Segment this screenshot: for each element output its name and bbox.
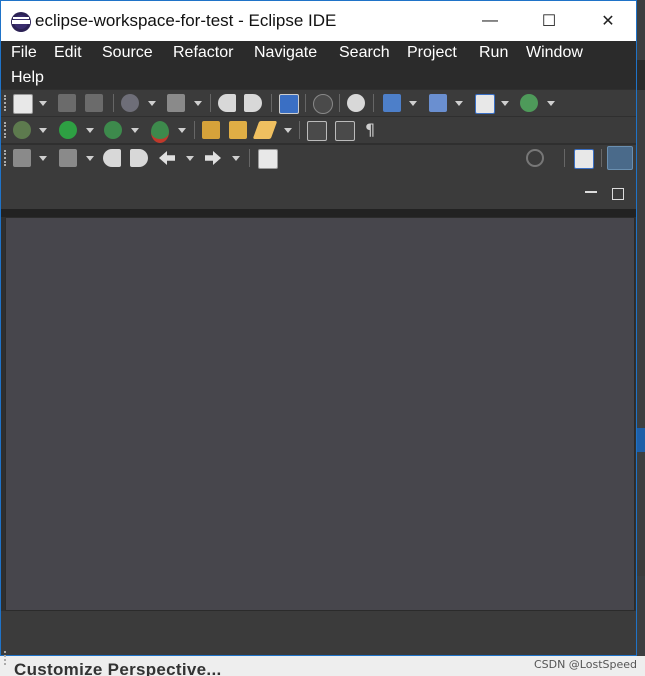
pilcrow-icon[interactable]: ¶ [365, 120, 375, 139]
prev-annotation-dropdown-icon[interactable] [86, 156, 94, 161]
new-icon[interactable] [13, 94, 33, 114]
save-icon[interactable] [58, 94, 76, 112]
gear-plugin-dropdown-icon[interactable] [547, 101, 555, 106]
new-c-project-icon[interactable] [383, 94, 401, 112]
background-menu-text: Customize Perspective... [14, 660, 222, 676]
background-window-bottom: Customize Perspective... CSDN @LostSpeed [0, 656, 645, 676]
bug-debug-icon[interactable] [13, 121, 31, 139]
editor-tab-strip [1, 209, 636, 217]
c-perspective-icon[interactable] [607, 146, 633, 170]
coverage-icon[interactable] [104, 121, 122, 139]
minimize-button[interactable]: — [461, 1, 519, 41]
open-perspective-icon[interactable] [574, 149, 594, 169]
highlight-dropdown-icon[interactable] [284, 128, 292, 133]
hammer-build-icon[interactable] [167, 94, 185, 112]
main-toolbar-row-3 [1, 145, 636, 171]
run-dropdown-icon[interactable] [86, 128, 94, 133]
forward-edit-icon[interactable] [130, 149, 148, 167]
debug-dropdown-icon[interactable] [39, 128, 47, 133]
menu-search[interactable]: Search [339, 44, 390, 62]
eclipse-logo-icon [11, 12, 31, 32]
next-annotation-dropdown-icon[interactable] [39, 156, 47, 161]
new-class-icon[interactable] [429, 94, 447, 112]
menu-navigate[interactable]: Navigate [254, 44, 317, 62]
forward-icon[interactable] [205, 151, 221, 165]
pin-editor-icon[interactable] [258, 149, 278, 169]
watermark: CSDN @LostSpeed [533, 658, 637, 671]
new-dropdown-icon[interactable] [39, 101, 47, 106]
menu-help[interactable]: Help [11, 69, 44, 87]
highlight-icon[interactable] [252, 121, 278, 139]
minimize-view-icon[interactable] [585, 191, 597, 193]
back-icon[interactable] [159, 151, 175, 165]
status-grip[interactable] [4, 651, 8, 665]
console-icon[interactable] [279, 94, 299, 114]
menu-project[interactable]: Project [407, 44, 457, 62]
search-icon[interactable] [526, 149, 544, 167]
menu-source[interactable]: Source [102, 44, 153, 62]
debug-inspect-icon[interactable] [313, 94, 333, 114]
main-toolbar-row-1 [1, 90, 636, 116]
open-folder-icon[interactable] [202, 121, 220, 139]
menu-refactor[interactable]: Refactor [173, 44, 233, 62]
profile-icon[interactable] [151, 121, 169, 143]
block-selection-icon[interactable] [335, 121, 355, 141]
new-c-file-dropdown-icon[interactable] [501, 101, 509, 106]
open-type-icon[interactable] [229, 121, 247, 139]
prev-annotation-icon[interactable] [59, 149, 77, 167]
status-bar [1, 611, 636, 665]
coverage-dropdown-icon[interactable] [131, 128, 139, 133]
editor-area[interactable] [5, 217, 635, 611]
new-c-project-dropdown-icon[interactable] [409, 101, 417, 106]
maximize-button[interactable]: ☐ [520, 1, 578, 41]
back-dropdown-icon[interactable] [186, 156, 194, 161]
toolbar-grip[interactable] [4, 95, 8, 111]
refresh-icon[interactable] [347, 94, 365, 112]
new-class-dropdown-icon[interactable] [455, 101, 463, 106]
build-dropdown-icon[interactable] [148, 101, 156, 106]
redo-icon[interactable] [244, 94, 262, 112]
window-title: eclipse-workspace-for-test - Eclipse IDE [35, 11, 337, 30]
save-all-icon[interactable] [85, 94, 103, 112]
maximize-view-icon[interactable] [612, 188, 624, 200]
back-edit-icon[interactable] [103, 149, 121, 167]
background-window-edge [637, 0, 645, 676]
eclipse-window: eclipse-workspace-for-test - Eclipse IDE… [0, 0, 637, 665]
menu-edit[interactable]: Edit [54, 44, 82, 62]
next-annotation-icon[interactable] [13, 149, 31, 167]
new-c-file-icon[interactable] [475, 94, 495, 114]
run-icon[interactable] [59, 121, 77, 139]
menu-file[interactable]: File [11, 44, 37, 62]
profile-dropdown-icon[interactable] [178, 128, 186, 133]
show-whitespace-icon[interactable] [307, 121, 327, 141]
gear-plugin-icon[interactable] [520, 94, 538, 112]
view-toolbar [1, 179, 636, 209]
undo-icon[interactable] [218, 94, 236, 112]
menu-run[interactable]: Run [479, 44, 508, 62]
title-bar: eclipse-workspace-for-test - Eclipse IDE… [1, 1, 636, 41]
build-all-icon[interactable] [121, 94, 139, 112]
hammer-dropdown-icon[interactable] [194, 101, 202, 106]
menu-bar: File Edit Source Refactor Navigate Searc… [1, 41, 636, 89]
main-toolbar-row-2: ¶ [1, 117, 636, 143]
forward-dropdown-icon[interactable] [232, 156, 240, 161]
close-button[interactable]: ✕ [579, 1, 637, 41]
toolbar-grip[interactable] [4, 150, 8, 166]
toolbar-grip[interactable] [4, 122, 8, 138]
menu-window[interactable]: Window [526, 44, 583, 62]
